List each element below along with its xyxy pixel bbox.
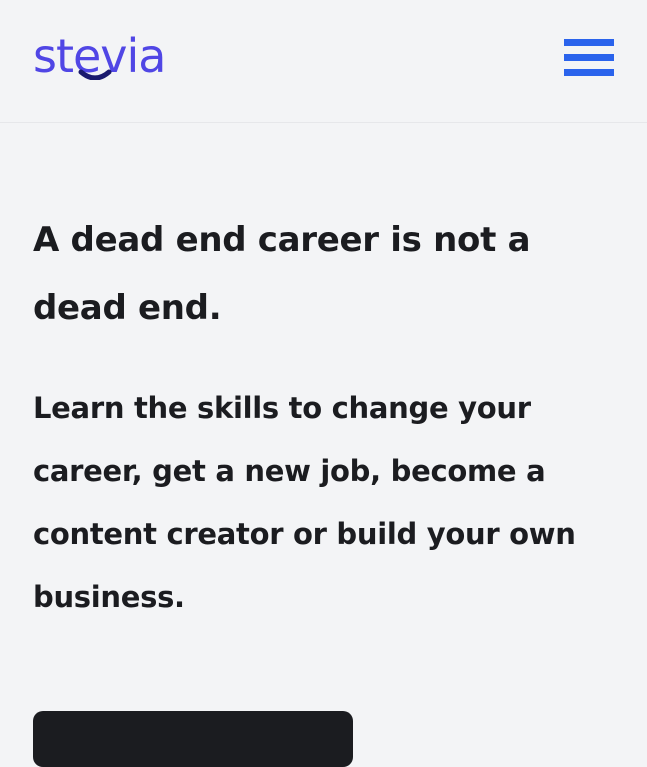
stevia-logo[interactable]: stevia [33,30,193,80]
hamburger-icon-bar [564,54,614,61]
svg-text:stevia: stevia [33,30,166,80]
hero-headline: A dead end career is not a dead end. [33,220,531,328]
hamburger-icon-bar [564,69,614,76]
hamburger-menu-button[interactable] [560,36,618,82]
site-header: stevia [0,0,647,123]
hero-subhead: Learn the skills to change your career, … [33,391,576,614]
logo-wordmark: stevia [33,30,167,80]
cta-button[interactable] [33,711,353,767]
hamburger-icon [564,39,614,46]
